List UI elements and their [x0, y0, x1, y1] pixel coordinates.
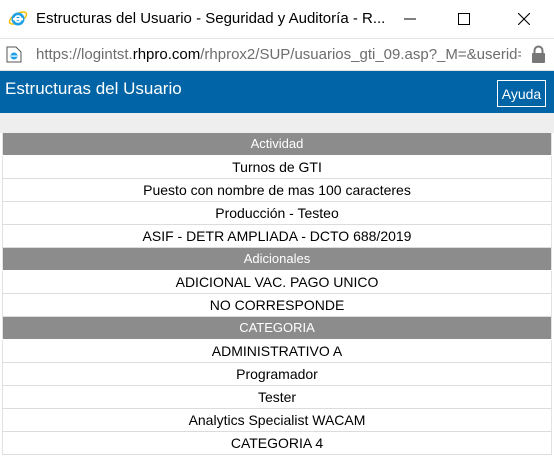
structures-table: Actividad Turnos de GTI Puesto con nombr…: [2, 133, 552, 455]
minimize-button[interactable]: [390, 4, 430, 34]
maximize-button[interactable]: [444, 4, 484, 34]
section-header-row: Adicionales: [2, 247, 552, 271]
page-title: Estructuras del Usuario: [5, 79, 182, 98]
structure-item: NO CORRESPONDE: [2, 293, 552, 317]
window-titlebar: Estructuras del Usuario - Seguridad y Au…: [0, 0, 554, 38]
lock-icon[interactable]: [531, 45, 546, 64]
structure-item: ADICIONAL VAC. PAGO UNICO: [2, 270, 552, 294]
table-row[interactable]: ADMINISTRATIVO A: [2, 339, 552, 363]
table-row[interactable]: CATEGORIA 4: [2, 431, 552, 455]
url-text[interactable]: https://logintst.rhpro.com/rhprox2/SUP/u…: [36, 46, 521, 63]
table-row[interactable]: Producción - Testeo: [2, 201, 552, 225]
url-prefix: https://logintst.: [36, 46, 133, 63]
url-host: rhpro.com: [132, 46, 201, 63]
table-row[interactable]: Turnos de GTI: [2, 155, 552, 179]
close-button[interactable]: [504, 4, 544, 34]
url-path: /rhprox2/SUP/usuarios_gti_09.asp?_M=&use…: [200, 46, 521, 63]
table-row[interactable]: NO CORRESPONDE: [2, 293, 552, 317]
minimize-icon: [404, 18, 416, 20]
section-header-row: Actividad: [2, 133, 552, 156]
maximize-icon: [458, 13, 470, 25]
section-title-actividad: Actividad: [2, 133, 552, 156]
structure-item: Analytics Specialist WACAM: [2, 408, 552, 432]
close-icon: [518, 13, 530, 25]
structure-item: Tester: [2, 385, 552, 409]
app-header: Estructuras del Usuario: [0, 71, 554, 113]
table-row[interactable]: Puesto con nombre de mas 100 caracteres: [2, 178, 552, 202]
page-icon: [6, 46, 22, 63]
table-row[interactable]: Tester: [2, 385, 552, 409]
section-header-row: CATEGORIA: [2, 316, 552, 340]
help-button[interactable]: Ayuda: [497, 80, 546, 107]
section-title-adicionales: Adicionales: [2, 247, 552, 271]
structure-item: Puesto con nombre de mas 100 caracteres: [2, 178, 552, 202]
table-row[interactable]: Programador: [2, 362, 552, 386]
structure-item: ASIF - DETR AMPLIADA - DCTO 688/2019: [2, 224, 552, 248]
toolbar-spacer: [0, 113, 554, 133]
section-title-categoria: CATEGORIA: [2, 316, 552, 340]
internet-explorer-icon: [8, 8, 28, 28]
table-row[interactable]: ASIF - DETR AMPLIADA - DCTO 688/2019: [2, 224, 552, 248]
structure-item: ADMINISTRATIVO A: [2, 339, 552, 363]
window-title: Estructuras del Usuario - Seguridad y Au…: [36, 10, 386, 27]
structure-item: CATEGORIA 4: [2, 431, 552, 455]
structure-item: Programador: [2, 362, 552, 386]
table-row[interactable]: ADICIONAL VAC. PAGO UNICO: [2, 270, 552, 294]
structure-item: Turnos de GTI: [2, 155, 552, 179]
address-bar[interactable]: https://logintst.rhpro.com/rhprox2/SUP/u…: [0, 38, 554, 71]
structure-item: Producción - Testeo: [2, 201, 552, 225]
table-row[interactable]: Analytics Specialist WACAM: [2, 408, 552, 432]
